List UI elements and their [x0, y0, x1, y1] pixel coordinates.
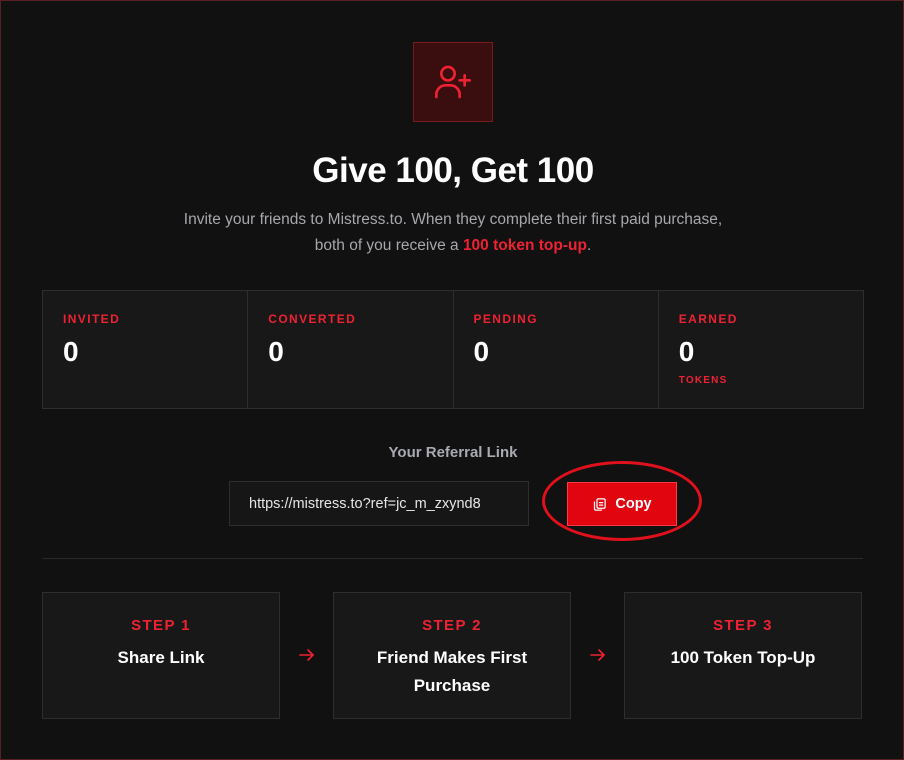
stat-earned: EARNED 0 TOKENS: [658, 291, 863, 408]
copy-button-label: Copy: [615, 496, 652, 512]
step-title: 100 Token Top-Up: [670, 648, 816, 667]
step-number: STEP 2: [422, 617, 482, 634]
subtitle-end: .: [586, 237, 592, 254]
step-title: Share Link: [117, 648, 205, 667]
stat-value: 0: [268, 336, 284, 367]
stat-value: 0: [473, 336, 490, 367]
step-number: STEP 1: [131, 617, 191, 634]
divider: [42, 558, 863, 559]
stat-label: PENDING: [473, 312, 538, 326]
stat-invited: INVITED 0: [43, 291, 249, 408]
copy-icon: [594, 497, 607, 511]
stat-converted: CONVERTED 0: [248, 291, 454, 408]
step-card-2: STEP 2 Friend Makes First Purchase: [333, 592, 571, 719]
stat-label: EARNED: [678, 312, 738, 326]
stat-pending: PENDING 0: [453, 291, 659, 408]
step-number: STEP 3: [713, 617, 773, 634]
subtitle-highlight: 100 token top-up: [462, 237, 587, 254]
step-card-1: STEP 1 Share Link: [42, 592, 280, 719]
copy-button[interactable]: Copy: [567, 482, 677, 526]
arrow-right-icon: [590, 649, 605, 661]
stat-unit: TOKENS: [678, 375, 728, 386]
step-card-3: STEP 3 100 Token Top-Up: [624, 592, 862, 719]
subtitle-text: Invite your friends to Mistress.to. When…: [183, 211, 723, 254]
stat-label: INVITED: [63, 312, 121, 326]
stat-value: 0: [678, 336, 695, 367]
stats-row: INVITED 0 CONVERTED 0 PENDING 0 EARNED 0…: [42, 290, 864, 409]
user-plus-icon-box: [413, 42, 493, 122]
stat-label: CONVERTED: [268, 312, 357, 326]
referral-link-input[interactable]: [229, 481, 529, 526]
arrow-right-icon: [299, 649, 314, 661]
page-title: Give 100, Get 100: [312, 151, 594, 190]
stat-value: 0: [63, 336, 79, 367]
referral-panel: Give 100, Get 100 Invite your friends to…: [0, 0, 904, 760]
user-plus-icon: [435, 65, 471, 99]
page-subtitle: Invite your friends to Mistress.to. When…: [171, 207, 735, 259]
referral-link-label: Your Referral Link: [388, 444, 518, 461]
step-title: Friend Makes First Purchase: [376, 648, 528, 695]
